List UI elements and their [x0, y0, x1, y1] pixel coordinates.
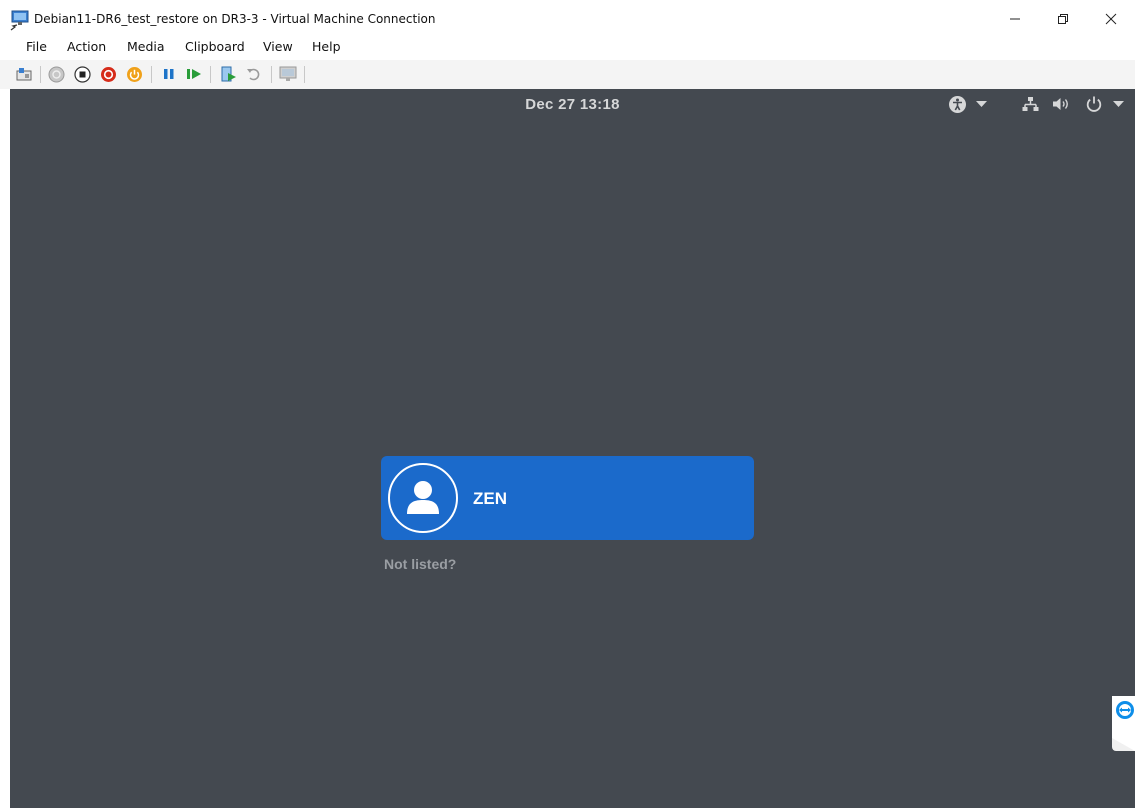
enhanced-session-icon[interactable]: [279, 65, 297, 83]
user-avatar-icon: [388, 463, 458, 533]
save-state-icon[interactable]: [125, 65, 143, 83]
close-icon: [1105, 13, 1117, 25]
checkpoint-icon[interactable]: [219, 65, 237, 83]
chevron-down-icon[interactable]: [976, 95, 987, 113]
toolbar-separator: [304, 66, 305, 83]
turn-off-icon[interactable]: [73, 65, 91, 83]
start-icon[interactable]: [47, 65, 65, 83]
chevron-down-icon[interactable]: [1113, 95, 1124, 113]
menu-media[interactable]: Media: [127, 39, 165, 54]
power-icon[interactable]: [1085, 95, 1103, 113]
toolbar-separator: [40, 66, 41, 83]
toolbar-separator: [151, 66, 152, 83]
close-button[interactable]: [1088, 6, 1134, 32]
minimize-button[interactable]: [992, 6, 1038, 32]
toolbar-separator: [271, 66, 272, 83]
window-title-bar: Debian11-DR6_test_restore on DR3-3 - Vir…: [0, 0, 1135, 36]
resume-icon[interactable]: [185, 65, 203, 83]
window-title: Debian11-DR6_test_restore on DR3-3 - Vir…: [34, 12, 436, 26]
volume-icon[interactable]: [1052, 95, 1072, 113]
not-listed-button[interactable]: Not listed?: [384, 556, 456, 572]
restore-button[interactable]: [1040, 6, 1086, 32]
toolbar-separator: [210, 66, 211, 83]
ctrl-alt-del-icon[interactable]: [15, 65, 33, 83]
shut-down-icon[interactable]: [99, 65, 117, 83]
accessibility-icon[interactable]: [948, 95, 967, 113]
vm-screen[interactable]: Dec 27 13:18 ZEN Not listed?: [10, 89, 1135, 808]
minimize-icon: [1010, 18, 1020, 20]
pause-icon[interactable]: [160, 65, 178, 83]
user-list-item[interactable]: ZEN: [381, 456, 754, 540]
user-name: ZEN: [473, 489, 507, 508]
network-icon[interactable]: [1022, 95, 1039, 113]
restore-icon: [1058, 14, 1068, 24]
menu-bar: File Action Media Clipboard View Help: [0, 36, 1135, 58]
revert-icon[interactable]: [245, 65, 263, 83]
teamviewer-icon: [1112, 696, 1135, 751]
toolbar: [0, 60, 1135, 89]
menu-file[interactable]: File: [26, 39, 47, 54]
vm-connection-app-icon: [10, 10, 30, 31]
teamviewer-widget[interactable]: [1112, 696, 1135, 751]
menu-clipboard[interactable]: Clipboard: [185, 39, 245, 54]
menu-help[interactable]: Help: [312, 39, 341, 54]
menu-view[interactable]: View: [263, 39, 293, 54]
menu-action[interactable]: Action: [67, 39, 106, 54]
